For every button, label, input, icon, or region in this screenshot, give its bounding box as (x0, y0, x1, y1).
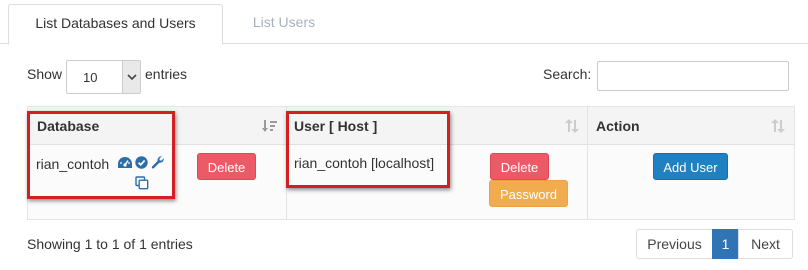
search-label: Search: (543, 66, 592, 82)
table-info: Showing 1 to 1 of 1 entries (27, 236, 193, 252)
column-divider (587, 107, 588, 219)
chevron-down-icon (122, 61, 140, 93)
pagination-previous[interactable]: Previous (636, 229, 713, 259)
sort-icon[interactable] (565, 119, 579, 136)
entries-select[interactable]: 10 (66, 60, 141, 94)
pagination-next[interactable]: Next (738, 229, 793, 259)
sort-desc-icon[interactable] (262, 119, 278, 136)
tab-list-users[interactable]: List Users (224, 4, 344, 45)
entries-select-value: 10 (83, 70, 98, 85)
highlight-box-database (27, 111, 175, 199)
show-label: Show (27, 66, 63, 82)
add-user-button[interactable]: Add User (653, 153, 728, 180)
password-button[interactable]: Password (489, 180, 568, 207)
delete-user-button[interactable]: Delete (490, 153, 549, 180)
highlight-box-user-host (286, 111, 450, 188)
delete-database-button[interactable]: Delete (197, 153, 256, 180)
column-header-action: Action (596, 118, 640, 134)
pagination-page-current[interactable]: 1 (712, 229, 739, 259)
sort-icon (771, 119, 785, 136)
entries-label: entries (145, 66, 188, 82)
tab-bar: List Databases and Users List Users (0, 0, 808, 45)
search-input[interactable] (597, 61, 789, 91)
tab-list-databases-and-users[interactable]: List Databases and Users (8, 4, 223, 45)
